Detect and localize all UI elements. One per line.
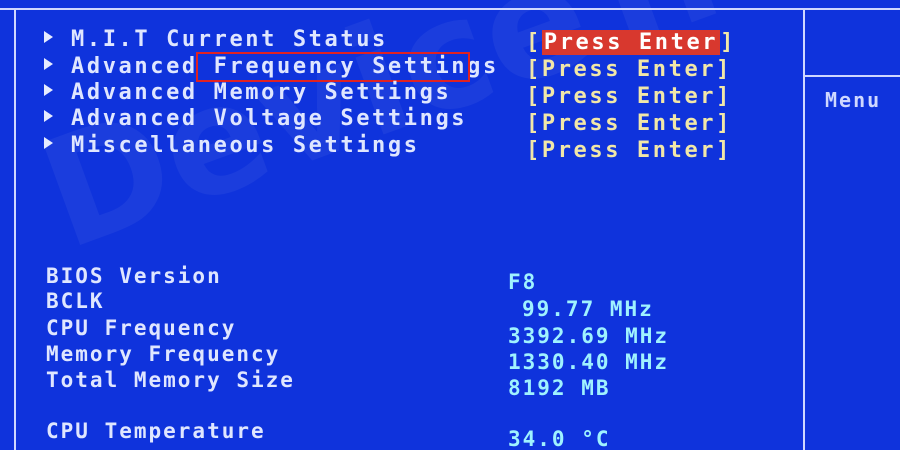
bclk-value: 99.77 MHz	[522, 297, 654, 321]
action-label: Press Enter	[541, 30, 721, 55]
help-panel-rule	[805, 75, 900, 77]
cpu-frequency-label: CPU Frequency	[46, 316, 237, 340]
frame-left-border	[14, 8, 16, 450]
submenu-arrow-icon	[44, 58, 53, 70]
submenu-arrow-icon	[44, 31, 53, 43]
press-enter-button-frequency[interactable]: [Press Enter]	[526, 57, 732, 83]
press-enter-button-memory[interactable]: [Press Enter]	[526, 84, 732, 110]
press-enter-button-misc[interactable]: [Press Enter]	[526, 138, 732, 164]
press-enter-button-voltage[interactable]: [Press Enter]	[526, 111, 732, 137]
menu-item-miscellaneous-settings[interactable]: Miscellaneous Settings	[44, 133, 420, 159]
cpu-temperature-value: 34.0 °C	[508, 427, 611, 450]
submenu-arrow-icon	[44, 137, 53, 149]
bios-version-value: F8	[508, 270, 538, 294]
menu-item-label: Advanced Voltage Settings	[71, 106, 468, 131]
annotation-highlight-box	[196, 52, 470, 82]
bclk-label: BCLK	[46, 289, 105, 313]
press-enter-button-mit-status[interactable]: [Press Enter]	[526, 30, 736, 56]
memory-frequency-value: 1330.40 MHz	[508, 350, 670, 374]
bios-screen: DeviceTricks Menu M.I.T Current Status A…	[0, 0, 900, 450]
submenu-arrow-icon	[44, 84, 53, 96]
action-label: Press Enter	[541, 111, 717, 136]
menu-item-advanced-memory-settings[interactable]: Advanced Memory Settings	[44, 80, 451, 106]
bios-version-label: BIOS Version	[46, 264, 222, 288]
memory-frequency-label: Memory Frequency	[46, 342, 281, 366]
frame-top-border	[0, 0, 900, 10]
action-label: Press Enter	[541, 84, 717, 109]
menu-item-label: M.I.T Current Status	[71, 27, 388, 52]
action-label: Press Enter	[541, 138, 717, 163]
menu-item-label: Miscellaneous Settings	[71, 133, 420, 158]
submenu-arrow-icon	[44, 110, 53, 122]
menu-item-mit-current-status[interactable]: M.I.T Current Status	[44, 27, 388, 53]
total-memory-size-label: Total Memory Size	[46, 368, 295, 392]
menu-item-label: Advanced Memory Settings	[71, 80, 452, 105]
action-label: Press Enter	[541, 57, 717, 82]
help-panel-title: Menu	[825, 88, 882, 112]
total-memory-size-value: 8192 MB	[508, 376, 611, 400]
cpu-temperature-label: CPU Temperature	[46, 419, 266, 443]
cpu-frequency-value: 3392.69 MHz	[508, 324, 670, 348]
menu-item-advanced-voltage-settings[interactable]: Advanced Voltage Settings	[44, 106, 467, 132]
menu-item-label: Advanced	[71, 54, 198, 79]
